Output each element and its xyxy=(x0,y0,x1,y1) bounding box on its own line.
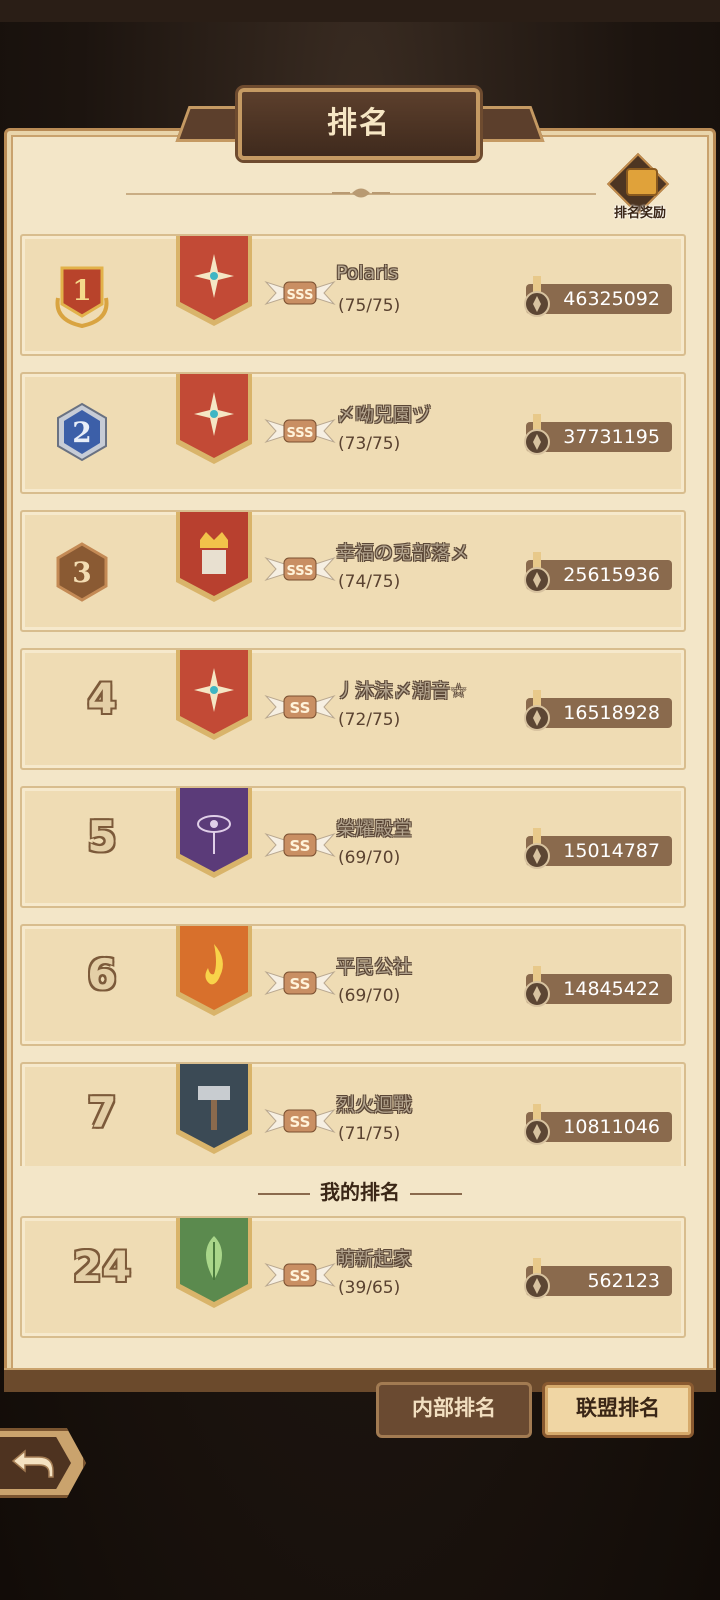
svg-text:SS: SS xyxy=(290,1113,311,1131)
status-bar xyxy=(0,0,720,22)
power-crest-icon xyxy=(524,1104,550,1145)
grade-wings-icon: SS xyxy=(264,970,336,996)
alliance-name: 烈火迴戰 xyxy=(336,1094,413,1116)
alliance-banner-icon xyxy=(176,236,252,326)
svg-text:SSS: SSS xyxy=(287,426,314,441)
alliance-banner-icon xyxy=(176,788,252,878)
grade-wings-icon: SS xyxy=(264,694,336,720)
power-crest-icon xyxy=(524,966,550,1007)
svg-text:SS: SS xyxy=(290,1267,311,1285)
rank-number: 6 xyxy=(87,950,117,999)
grade-wings-icon: SS xyxy=(264,1108,336,1134)
divider-ornament-icon xyxy=(332,188,390,198)
svg-text:SS: SS xyxy=(290,837,311,855)
member-count: (71/75) xyxy=(338,1124,401,1144)
member-count: (75/75) xyxy=(338,296,401,316)
ranking-row[interactable]: 24 SS 萌新起家 (39/65) 562123 xyxy=(20,1216,686,1338)
alliance-name: Polaris xyxy=(336,262,399,284)
rank-number: 24 xyxy=(72,1242,132,1291)
ranking-row[interactable]: 4 SS 丿沐沫〆潮音☆ (72/75) 16518928 xyxy=(20,648,686,770)
svg-text:SSS: SSS xyxy=(287,564,314,579)
treasure-chest-icon xyxy=(626,168,658,196)
rank-number: 4 xyxy=(87,674,117,723)
member-count: (72/75) xyxy=(338,710,401,730)
alliance-name: 〆呦兕園ヅ xyxy=(336,404,432,426)
silver-rank-badge-icon: 2 xyxy=(57,402,107,462)
alliance-name: 幸福の兎部落メ xyxy=(336,542,470,564)
my-rank-row-holder: 24 SS 萌新起家 (39/65) 562123 xyxy=(0,1214,720,1344)
ranking-row[interactable]: 6 SS 平民公社 (69/70) 14845422 xyxy=(20,924,686,1046)
alliance-banner-icon xyxy=(176,1218,252,1308)
tab-alliance-ranking[interactable]: 联盟排名 xyxy=(542,1382,694,1438)
my-rank-title: 我的排名 xyxy=(320,1180,400,1204)
alliance-banner-icon xyxy=(176,926,252,1016)
grade-wings-icon: SSS xyxy=(264,418,336,444)
rank-reward-button[interactable]: 排名奖励 xyxy=(604,152,676,224)
ranking-list[interactable]: 1 SSS Polaris (75/75) 46325092 2 SSS 〆呦兕園ヅ (73/7… xyxy=(0,230,720,1166)
svg-text:SS: SS xyxy=(290,699,311,717)
title-plate: 排名 xyxy=(238,88,480,160)
alliance-banner-icon xyxy=(176,512,252,602)
member-count: (39/65) xyxy=(338,1278,401,1298)
rank-number: 5 xyxy=(87,812,117,861)
power-crest-icon xyxy=(524,552,550,593)
back-arrow-icon xyxy=(11,1449,54,1478)
alliance-name: 平民公社 xyxy=(336,956,413,978)
svg-text:2: 2 xyxy=(72,416,91,449)
rank-reward-label: 排名奖励 xyxy=(613,206,666,221)
bronze-rank-badge-icon: 3 xyxy=(56,542,108,602)
rank-number: 7 xyxy=(87,1088,117,1137)
gold-rank-badge-icon: 1 xyxy=(55,266,109,328)
grade-wings-icon: SSS xyxy=(264,556,336,582)
my-rank-heading: 我的排名 xyxy=(0,1176,720,1205)
grade-wings-icon: SSS xyxy=(264,280,336,306)
svg-text:3: 3 xyxy=(72,556,91,589)
tab-internal-label: 内部排名 xyxy=(412,1396,496,1420)
power-crest-icon xyxy=(524,276,550,317)
ranking-row[interactable]: 2 SSS 〆呦兕園ヅ (73/75) 37731195 xyxy=(20,372,686,494)
member-count: (69/70) xyxy=(338,986,401,1006)
grade-wings-icon: SS xyxy=(264,832,336,858)
ranking-row[interactable]: 3 SSS 幸福の兎部落メ (74/75) 25615936 xyxy=(20,510,686,632)
ranking-row[interactable]: 1 SSS Polaris (75/75) 46325092 xyxy=(20,234,686,356)
member-count: (74/75) xyxy=(338,572,401,592)
member-count: (73/75) xyxy=(338,434,401,454)
alliance-name: 榮耀殿堂 xyxy=(336,818,413,840)
alliance-banner-icon xyxy=(176,1064,252,1154)
alliance-banner-icon xyxy=(176,650,252,740)
page-title: 排名 xyxy=(327,106,391,141)
power-crest-icon xyxy=(524,690,550,731)
svg-text:SS: SS xyxy=(290,975,311,993)
tab-alliance-label: 联盟排名 xyxy=(576,1396,660,1420)
grade-wings-icon: SS xyxy=(264,1262,336,1288)
power-crest-icon xyxy=(524,828,550,869)
member-count: (69/70) xyxy=(338,848,401,868)
svg-text:SSS: SSS xyxy=(287,288,314,303)
ranking-row[interactable]: 7 SS 烈火迴戰 (71/75) 10811046 xyxy=(20,1062,686,1166)
power-crest-icon xyxy=(524,414,550,455)
alliance-banner-icon xyxy=(176,374,252,464)
svg-text:1: 1 xyxy=(72,274,91,307)
alliance-name: 萌新起家 xyxy=(336,1248,413,1270)
power-crest-icon xyxy=(524,1258,550,1299)
alliance-name: 丿沐沫〆潮音☆ xyxy=(336,680,468,702)
tab-internal-ranking[interactable]: 内部排名 xyxy=(376,1382,532,1438)
ranking-row[interactable]: 5 SS 榮耀殿堂 (69/70) 15014787 xyxy=(20,786,686,908)
